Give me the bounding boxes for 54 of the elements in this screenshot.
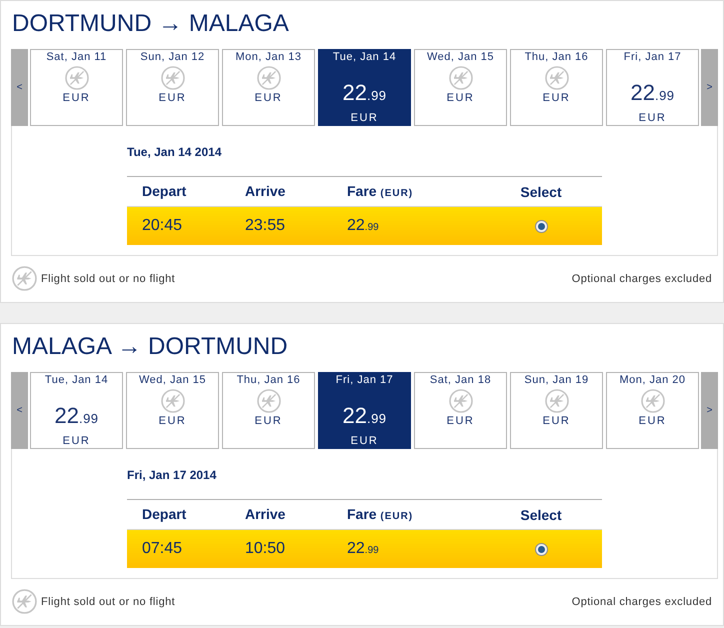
crossed-plane-icon	[544, 66, 568, 90]
crossed-plane-icon	[448, 389, 472, 413]
column-header: Fare (EUR)	[347, 182, 414, 198]
date-tab[interactable]: Tue, Jan 14 22.99 EUR	[318, 49, 411, 126]
crossed-plane-icon	[448, 66, 472, 90]
crossed-plane-icon	[256, 66, 280, 90]
column-header: Depart	[142, 506, 186, 522]
next-dates-button[interactable]: >	[701, 49, 718, 126]
table-cell: 07:45	[142, 540, 182, 557]
table-cell: 23:55	[245, 217, 286, 234]
selected-date: Fri, Jan 17 2014	[127, 467, 216, 483]
radio-button[interactable]	[534, 542, 548, 556]
column-header: Select	[520, 182, 562, 200]
route-title: DORTMUND → MALAGA	[11, 10, 289, 38]
date-tab[interactable]: Sun, Jan 12 EUR	[126, 49, 219, 126]
crossed-plane-icon	[640, 389, 664, 413]
table-cell: 10:50	[245, 540, 286, 557]
charges-note: Optional charges excluded	[572, 272, 712, 286]
selected-date: Tue, Jan 14 2014	[127, 144, 222, 160]
date-tab[interactable]: Tue, Jan 14 22.99 EUR	[30, 372, 123, 449]
date-tab[interactable]: Sat, Jan 18 EUR	[414, 372, 507, 449]
column-header: Select	[520, 506, 562, 524]
crossed-plane-icon	[256, 389, 280, 413]
column-header: Arrive	[245, 182, 286, 198]
date-tab[interactable]: Thu, Jan 16 EUR	[510, 49, 603, 126]
crossed-plane-icon	[12, 589, 37, 614]
date-tab[interactable]: Fri, Jan 17 22.99 EUR	[606, 49, 699, 126]
date-tab[interactable]: Mon, Jan 13 EUR	[222, 49, 315, 126]
prev-dates-button[interactable]: <	[11, 49, 28, 126]
route-title: MALAGA → DORTMUND	[11, 333, 288, 361]
table-cell: 20:45	[142, 217, 182, 234]
legend-text: Flight sold out or no flight	[41, 272, 176, 286]
legend-text: Flight sold out or no flight	[41, 594, 176, 608]
prev-dates-button[interactable]: <	[11, 372, 28, 449]
charges-note: Optional charges excluded	[572, 594, 712, 608]
date-tab[interactable]: Sun, Jan 19 EUR	[510, 372, 603, 449]
date-tab[interactable]: Sat, Jan 11 EUR	[30, 49, 123, 126]
crossed-plane-icon	[64, 66, 88, 90]
date-tab[interactable]: Fri, Jan 17 22.99 EUR	[318, 372, 411, 449]
column-header: Depart	[142, 182, 186, 198]
radio-button[interactable]	[534, 220, 548, 232]
date-tab[interactable]: Wed, Jan 15 EUR	[414, 49, 507, 126]
date-tab[interactable]: Wed, Jan 15 EUR	[126, 372, 219, 449]
table-cell: 22.99	[347, 540, 379, 557]
table-cell: 22.99	[347, 217, 379, 234]
column-header: Arrive	[245, 506, 286, 522]
date-tab[interactable]: Thu, Jan 16 EUR	[222, 372, 315, 449]
crossed-plane-icon	[544, 389, 568, 413]
crossed-plane-icon	[12, 266, 37, 291]
date-tab[interactable]: Mon, Jan 20 EUR	[606, 372, 699, 449]
next-dates-button[interactable]: >	[701, 372, 718, 449]
crossed-plane-icon	[160, 389, 184, 413]
column-header: Fare (EUR)	[347, 506, 414, 522]
crossed-plane-icon	[160, 66, 184, 90]
